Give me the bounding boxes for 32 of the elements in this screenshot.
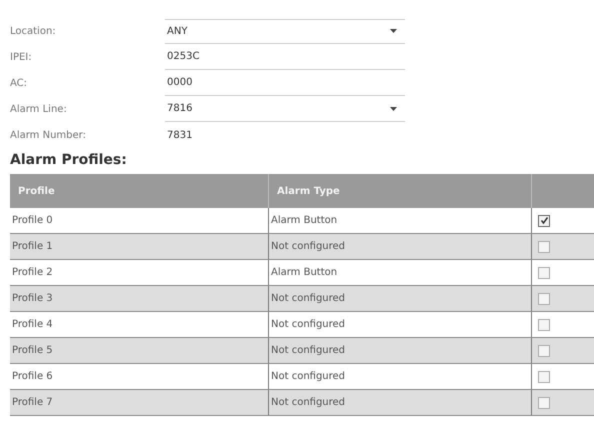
table-cell: Profile 1 <box>10 234 268 260</box>
dropdown[interactable]: 7816 <box>165 96 405 122</box>
section-title: Alarm Profiles: <box>9 151 128 170</box>
dropdown-arrow-icon <box>390 106 397 110</box>
field-label: Alarm Line: <box>10 104 68 114</box>
checkbox[interactable] <box>538 240 550 252</box>
field-label: Location: <box>10 26 57 36</box>
dropdown-arrow-icon <box>390 29 397 33</box>
table-cell: Not configured <box>268 286 532 312</box>
input-field[interactable]: 0253C <box>165 44 405 70</box>
input-field[interactable]: 0000 <box>165 70 405 96</box>
table-cell: Profile 3 <box>10 286 268 312</box>
column-header: Profile <box>10 174 268 208</box>
field-value: 7831 <box>166 130 192 140</box>
checkbox[interactable] <box>538 318 550 330</box>
checkbox[interactable] <box>538 370 550 382</box>
checkbox[interactable] <box>538 344 550 356</box>
checkbox[interactable] <box>538 214 550 226</box>
checkbox[interactable] <box>538 292 550 304</box>
table-cell: Profile 5 <box>10 338 268 364</box>
checkbox[interactable] <box>538 396 550 408</box>
column-header: Alarm Type <box>268 174 532 208</box>
field-label: Alarm Number: <box>10 130 87 140</box>
table-cell: Not configured <box>268 338 532 364</box>
dropdown[interactable]: ANY <box>165 18 405 44</box>
column-header <box>532 174 594 208</box>
field-label: AC: <box>10 78 28 88</box>
table-cell: Not configured <box>268 390 532 416</box>
table-cell: Profile 7 <box>10 390 268 416</box>
table-cell: Not configured <box>268 234 532 260</box>
field-label: IPEI: <box>10 52 33 62</box>
checkbox[interactable] <box>538 266 550 278</box>
